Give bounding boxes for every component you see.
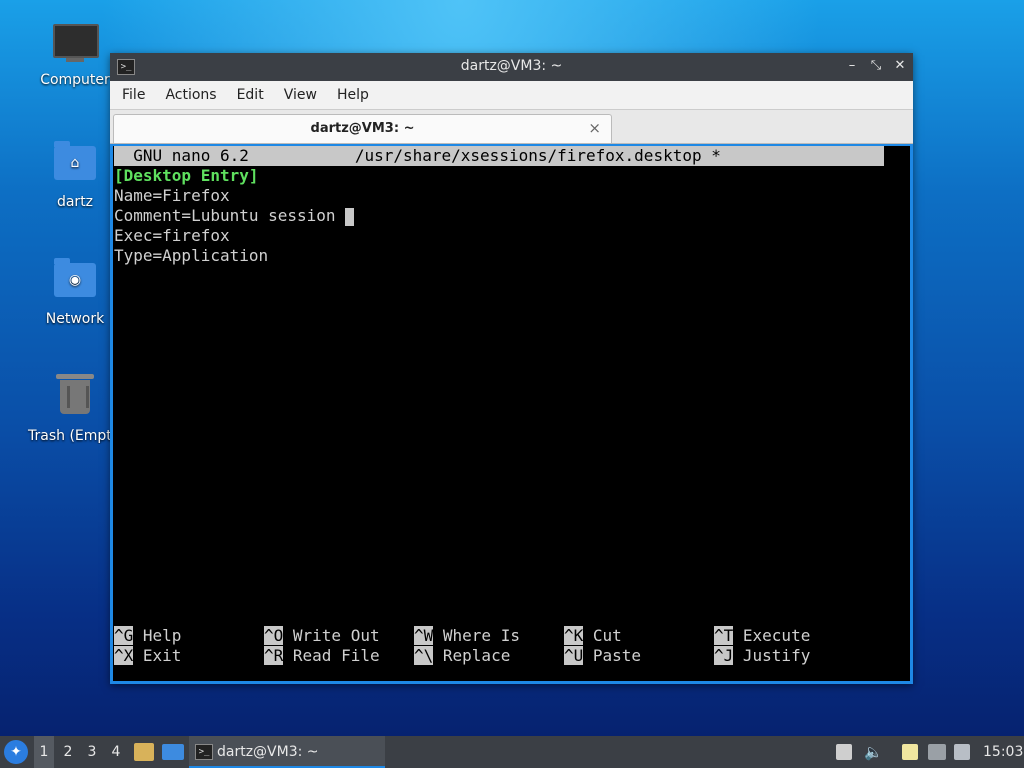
menu-view[interactable]: View [274,87,327,103]
minimize-icon[interactable]: – [845,57,859,75]
shortcut-justify: ^J Justify [714,646,811,665]
menu-edit[interactable]: Edit [227,87,274,103]
file-line: Comment=Lubuntu session [114,206,346,225]
notes-icon[interactable] [902,744,918,760]
menu-actions[interactable]: Actions [155,87,226,103]
shortcut-read-file: ^R Read File [264,646,380,665]
tab-terminal[interactable]: dartz@VM3: ~ × [113,114,612,143]
terminal-area[interactable]: GNU nano 6.2 /usr/share/xsessions/firefo… [113,146,910,681]
text-cursor [345,207,355,226]
file-line: Name=Firefox [114,186,230,205]
file-line: Exec=firefox [114,226,230,245]
shortcut-paste: ^U Paste [564,646,642,665]
network-status-icon[interactable] [928,744,946,760]
desktop-switch-2[interactable]: 2 [58,736,78,768]
trash-icon [53,374,97,424]
close-icon[interactable]: ✕ [893,57,907,75]
shortcut-replace: ^\ Replace [414,646,511,665]
home-folder-icon: ⌂ [53,141,97,190]
terminal-app-icon: >_ [195,744,213,760]
file-line: [Desktop Entry] [114,166,259,185]
task-label: dartz@VM3: ~ [217,744,319,760]
clipboard-icon[interactable] [836,744,852,760]
shortcut-cut: ^K Cut [564,626,622,645]
nano-header: GNU nano 6.2 /usr/share/xsessions/firefo… [114,146,884,166]
tab-label: dartz@VM3: ~ [310,121,415,136]
file-line: Type=Application [114,246,269,265]
tab-bar: dartz@VM3: ~ × [110,110,913,144]
desktop-switch-3[interactable]: 3 [82,736,102,768]
desktop-switch-4[interactable]: 4 [106,736,126,768]
computer-icon [53,24,99,68]
network-folder-icon: ◉ [53,258,97,307]
maximize-icon[interactable]: ⤡ [869,57,883,75]
shortcut-execute: ^T Execute [714,626,811,645]
shortcut-help: ^G Help [114,626,182,645]
show-desktop-icon[interactable] [162,744,184,760]
menu-file[interactable]: File [112,87,155,103]
update-notifier-icon[interactable] [954,744,970,760]
desktop-switch-1[interactable]: 1 [34,736,54,768]
file-line-with-cursor: Comment=Lubuntu session [114,206,355,226]
file-manager-icon[interactable] [134,743,154,761]
shortcut-exit: ^X Exit [114,646,182,665]
window-title: dartz@VM3: ~ [460,58,563,74]
tab-close-icon[interactable]: × [588,119,601,137]
shortcut-where-is: ^W Where Is [414,626,520,645]
start-menu-icon[interactable]: ✦ [4,740,28,764]
taskbar: ✦ 1 2 3 4 >_ dartz@VM3: ~ 🔈 15:03 [0,736,1024,768]
volume-icon[interactable]: 🔈 [864,736,883,768]
shortcut-write-out: ^O Write Out [264,626,380,645]
clock[interactable]: 15:03 [983,736,1023,768]
menu-bar: File Actions Edit View Help [110,81,913,110]
menu-help[interactable]: Help [327,87,379,103]
taskbar-task-terminal[interactable]: >_ dartz@VM3: ~ [189,736,385,768]
window-titlebar[interactable]: >_ dartz@VM3: ~ – ⤡ ✕ [110,53,913,81]
